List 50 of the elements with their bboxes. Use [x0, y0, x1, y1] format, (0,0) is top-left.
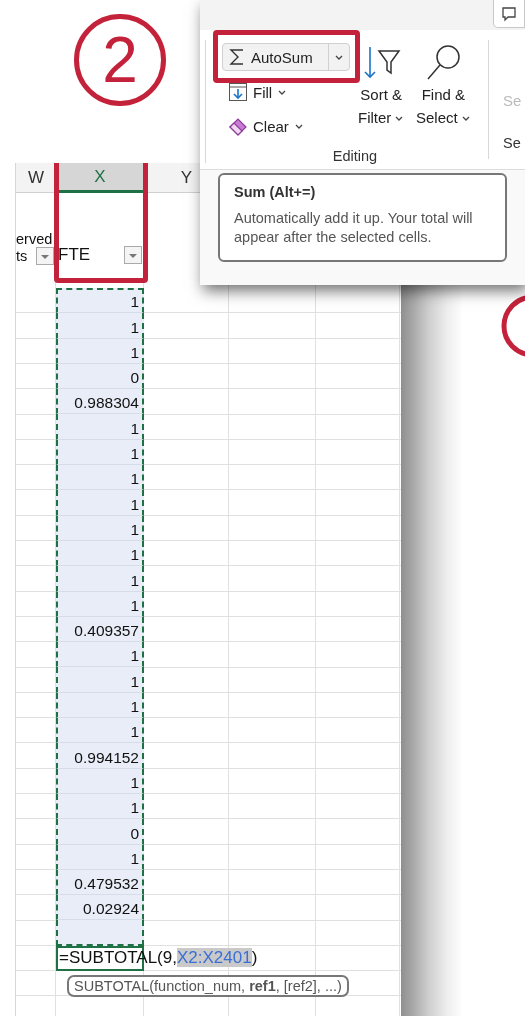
eraser-icon: [228, 116, 248, 136]
table-cell[interactable]: 0.994152: [56, 743, 144, 769]
table-cell[interactable]: 1: [56, 667, 144, 693]
step-number-badge: 2: [74, 14, 166, 106]
table-cell[interactable]: 1: [56, 338, 144, 364]
header-text: erved: [16, 231, 53, 247]
filter-button[interactable]: [124, 246, 142, 264]
group-label: Se: [503, 135, 522, 151]
column-header[interactable]: Y: [180, 168, 193, 188]
group-label: Editing: [331, 148, 379, 164]
table-cell[interactable]: 1: [56, 692, 144, 719]
autosum-button[interactable]: AutoSum: [222, 43, 350, 71]
table-cell[interactable]: 1: [56, 414, 144, 440]
sigma-icon: [229, 48, 245, 66]
sort-filter-button[interactable]: Sort & Filter: [358, 43, 405, 129]
screentip-title: Sum (Alt+=): [234, 184, 317, 200]
fill-button[interactable]: Fill: [222, 79, 358, 105]
table-cell[interactable]: 1: [56, 768, 144, 794]
clear-button[interactable]: Clear: [222, 113, 358, 139]
table-cell[interactable]: 1: [56, 439, 144, 466]
table-cell[interactable]: 1: [56, 540, 144, 567]
speech-bubble-icon: [501, 5, 517, 22]
table-cell[interactable]: 0.409357: [56, 616, 144, 643]
column-header[interactable]: X: [56, 163, 144, 193]
function-tooltip: SUBTOTAL(function_num, ref1, [ref2], ...): [67, 974, 349, 997]
table-cell[interactable]: 0: [56, 819, 144, 845]
table-cell[interactable]: 1: [56, 566, 144, 592]
table-cell[interactable]: 1: [56, 288, 144, 314]
table-cell[interactable]: 1: [56, 642, 144, 668]
table-cell[interactable]: 0.479532: [56, 869, 144, 896]
column-header[interactable]: W: [27, 168, 44, 188]
table-cell[interactable]: 1: [56, 465, 144, 491]
table-cell[interactable]: [56, 920, 144, 946]
comments-button[interactable]: [493, 0, 525, 28]
table-cell[interactable]: 1: [56, 844, 144, 870]
filter-button[interactable]: [36, 247, 54, 265]
table-cell[interactable]: 1: [56, 313, 144, 339]
header-text: ts: [16, 248, 28, 264]
find-select-button[interactable]: Find & Select: [416, 43, 471, 129]
table-cell[interactable]: 1: [56, 718, 144, 744]
table-cell[interactable]: 1: [56, 515, 144, 541]
fill-down-icon: [228, 82, 248, 102]
table-cell[interactable]: 1: [56, 490, 144, 516]
header-text: FTE: [58, 245, 91, 265]
table-cell[interactable]: 0.988304: [56, 389, 144, 415]
screentip-text: Automatically add it up. Your total will appear after the selected cells.: [234, 209, 474, 247]
table-cell[interactable]: 0.02924: [56, 895, 144, 921]
table-cell[interactable]: 1: [56, 591, 144, 617]
table-cell[interactable]: 0: [56, 363, 144, 390]
table-cell[interactable]: 1: [56, 793, 144, 820]
